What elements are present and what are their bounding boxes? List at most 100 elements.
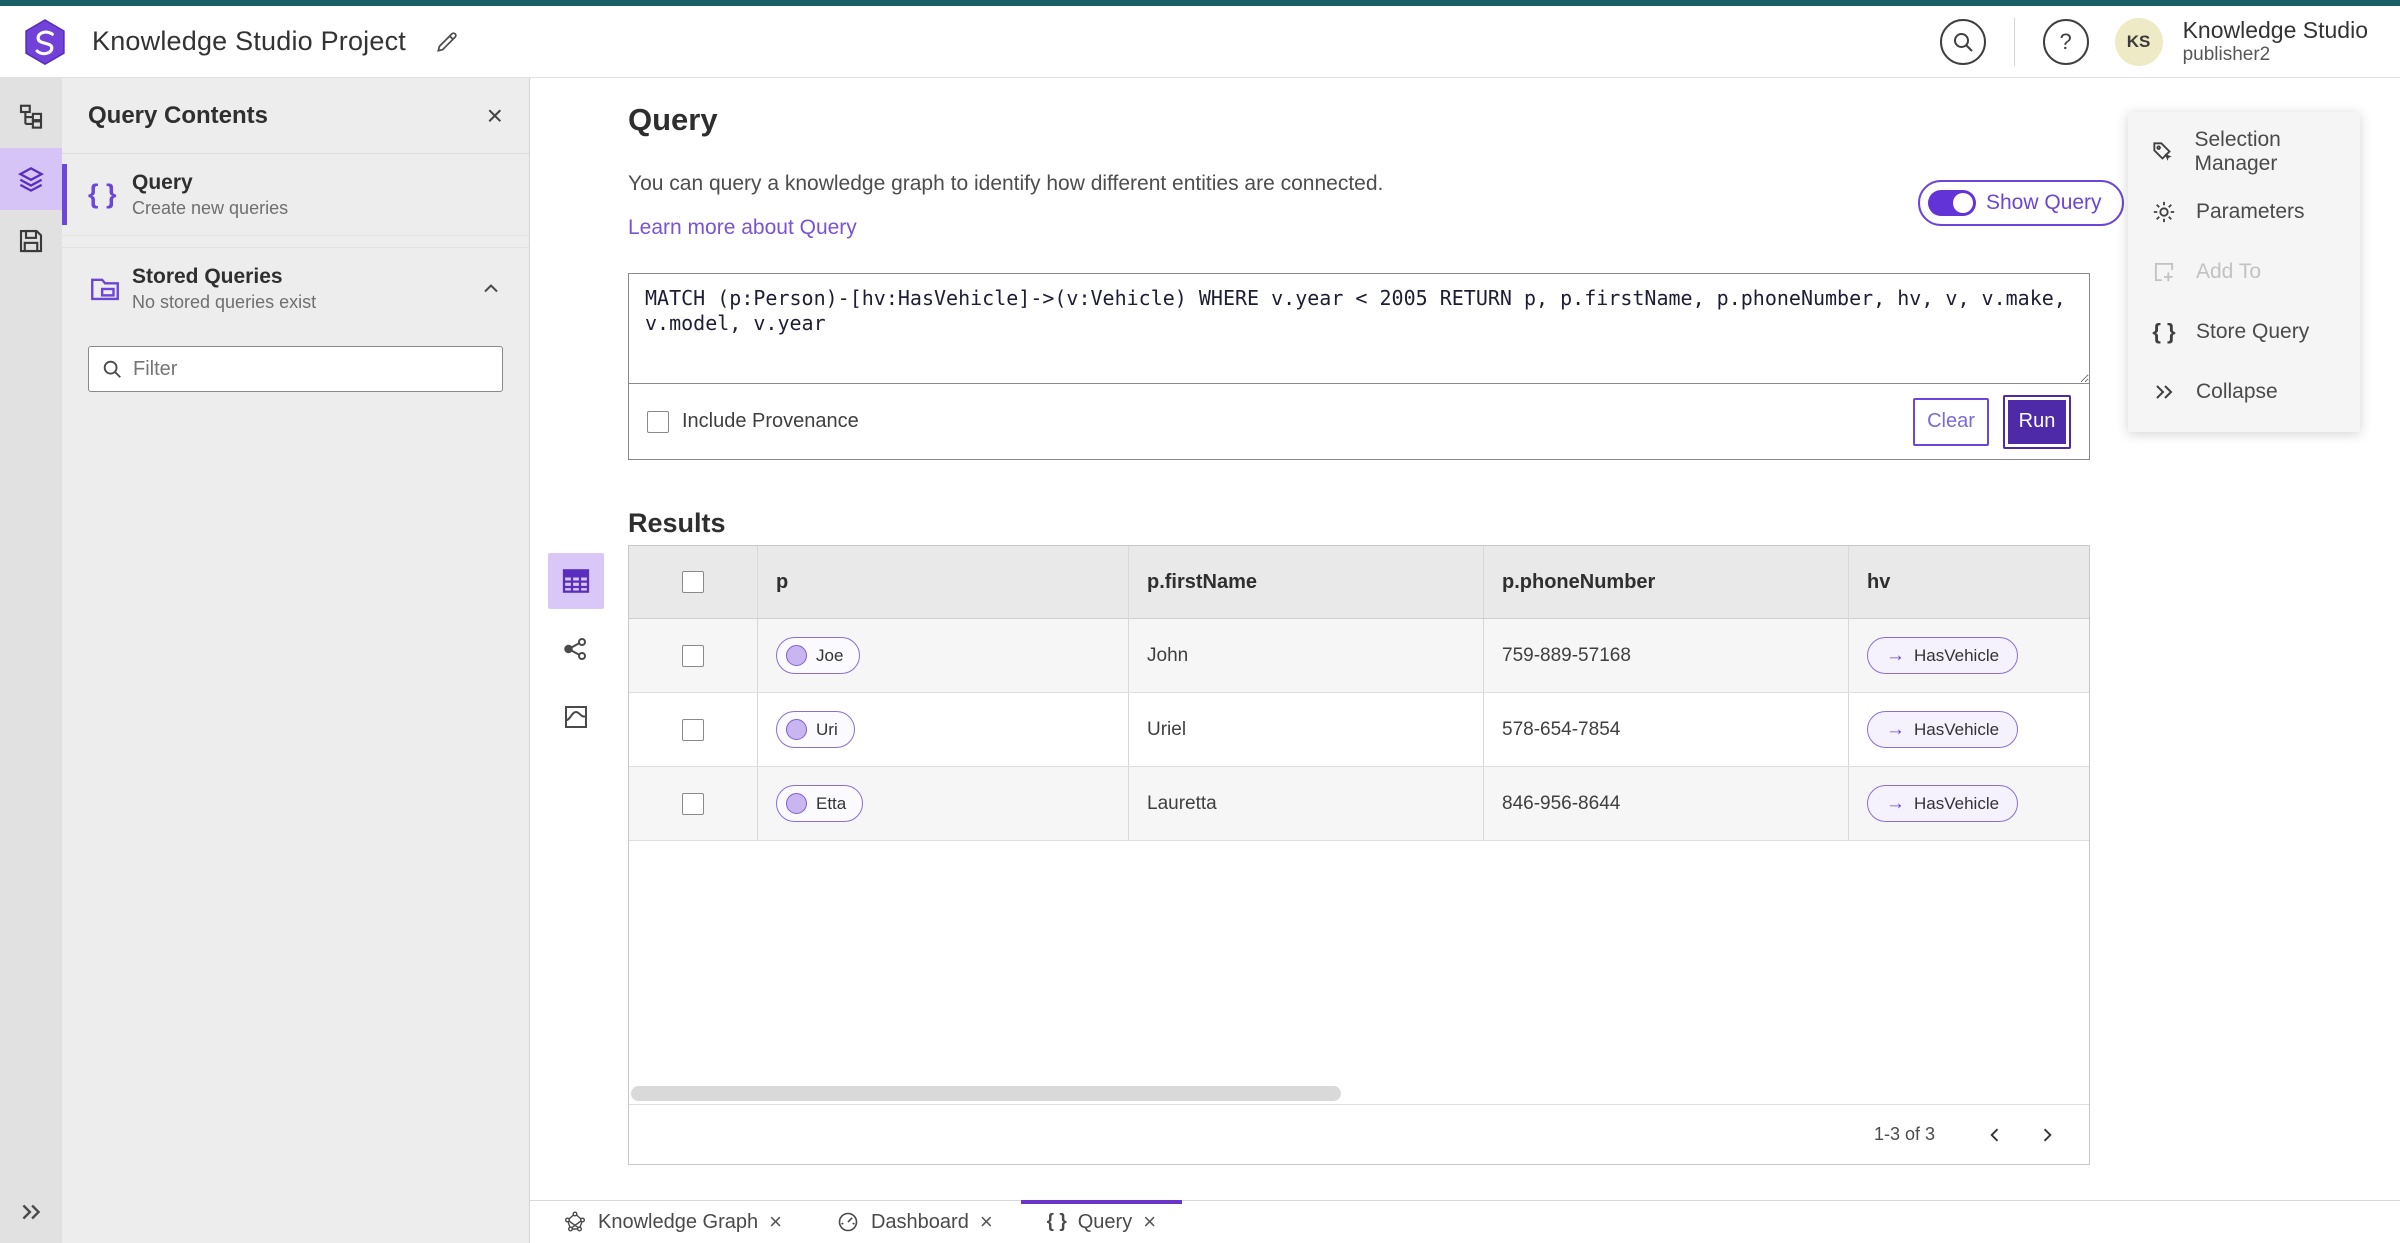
- node-badge[interactable]: Uri: [776, 711, 855, 748]
- chevron-left-icon[interactable]: [1973, 1113, 2017, 1157]
- horizontal-scrollbar[interactable]: [631, 1086, 1341, 1101]
- left-rail: [0, 78, 62, 1243]
- header-divider: [2013, 17, 2015, 66]
- avatar[interactable]: KS: [2114, 17, 2163, 66]
- panel-item-stored-queries[interactable]: Stored Queries No stored queries exist: [62, 248, 529, 330]
- edit-project-title-icon[interactable]: [434, 29, 460, 55]
- column-header-firstname: p.firstName: [1129, 546, 1484, 618]
- show-query-toggle[interactable]: Show Query: [1918, 180, 2124, 226]
- stored-item-subtitle: No stored queries exist: [132, 292, 317, 312]
- help-icon[interactable]: ?: [2042, 18, 2089, 65]
- close-icon[interactable]: ×: [980, 1211, 993, 1233]
- braces-icon: { }: [1046, 1211, 1067, 1232]
- node-label: Uri: [816, 719, 838, 739]
- node-badge[interactable]: Etta: [776, 785, 864, 822]
- panel-title: Query Contents: [88, 101, 269, 129]
- collapse-icon: [2150, 380, 2178, 404]
- select-all-checkbox[interactable]: [682, 571, 704, 593]
- chevron-right-icon[interactable]: [2025, 1113, 2069, 1157]
- close-icon[interactable]: ×: [487, 101, 503, 130]
- node-badge[interactable]: Joe: [776, 637, 861, 674]
- learn-more-link[interactable]: Learn more about Query: [628, 216, 857, 240]
- tab-label: Dashboard: [870, 1210, 969, 1233]
- dashboard-icon: [836, 1210, 860, 1234]
- menu-item-selection-manager[interactable]: Selection Manager: [2128, 122, 2360, 182]
- filter-box: [88, 346, 503, 392]
- node-cell: Etta: [758, 767, 1129, 840]
- expand-panel-icon[interactable]: [0, 1199, 62, 1225]
- add-to-icon: [2150, 259, 2178, 285]
- menu-item-label: Selection Manager: [2194, 128, 2281, 175]
- table-pagination: 1-3 of 3: [629, 1104, 2089, 1164]
- graph-view-icon[interactable]: [548, 621, 604, 677]
- query-editor-box: MATCH (p:Person)-[hv:HasVehicle]->(v:Veh…: [628, 273, 2090, 460]
- tab-query[interactable]: { } Query ×: [1020, 1200, 1183, 1243]
- project-title: Knowledge Studio Project: [92, 26, 406, 56]
- firstname-cell: John: [1129, 619, 1484, 692]
- side-menu: Selection Manager Parameters Add To { } …: [2128, 112, 2360, 432]
- map-view-icon[interactable]: [548, 689, 604, 745]
- menu-item-add-to: Add To: [2128, 242, 2360, 302]
- table-header-row: p p.firstName p.phoneNumber hv: [629, 546, 2089, 619]
- panel-item-title: Query: [132, 170, 193, 194]
- panel-header: Query Contents ×: [62, 78, 529, 154]
- filter-input[interactable]: [133, 357, 490, 381]
- main-content: Query You can query a knowledge graph to…: [530, 78, 2400, 1243]
- edge-badge[interactable]: → HasVehicle: [1867, 785, 2019, 822]
- node-cell: Uri: [758, 693, 1129, 766]
- close-icon[interactable]: ×: [769, 1211, 782, 1233]
- menu-item-label: Store Query: [2196, 320, 2310, 343]
- node-dot-icon: [786, 793, 807, 814]
- run-button[interactable]: Run: [2003, 394, 2071, 449]
- menu-item-parameters[interactable]: Parameters: [2128, 182, 2360, 242]
- row-checkbox-cell: [629, 767, 758, 840]
- panel-item-subtitle: Create new queries: [132, 197, 289, 218]
- row-checkbox-cell: [629, 619, 758, 692]
- search-icon[interactable]: [1939, 18, 1986, 65]
- toggle-knob: [1953, 193, 1973, 213]
- edge-label: HasVehicle: [1914, 719, 2000, 739]
- row-checkbox[interactable]: [682, 644, 704, 667]
- avatar-initials: KS: [2126, 31, 2151, 51]
- edge-badge[interactable]: → HasVehicle: [1867, 637, 2019, 674]
- save-icon[interactable]: [0, 210, 62, 272]
- menu-item-collapse[interactable]: Collapse: [2128, 362, 2360, 422]
- table-row: Etta Lauretta 846-956-8644 → HasVehicle: [629, 767, 2089, 841]
- braces-icon: { }: [88, 179, 117, 209]
- edge-label: HasVehicle: [1914, 645, 2000, 665]
- header-checkbox-cell: [629, 546, 758, 618]
- column-header-p: p: [758, 546, 1129, 618]
- user-role: publisher2: [2182, 43, 2271, 65]
- filter-search-icon: [101, 358, 123, 380]
- query-textarea[interactable]: MATCH (p:Person)-[hv:HasVehicle]->(v:Veh…: [629, 274, 2089, 384]
- tab-dashboard[interactable]: Dashboard ×: [818, 1201, 1011, 1243]
- results-view-toolbar: [548, 553, 604, 745]
- firstname-cell: Uriel: [1129, 693, 1484, 766]
- chevron-up-icon[interactable]: [479, 277, 503, 301]
- row-checkbox[interactable]: [682, 792, 704, 815]
- clear-button[interactable]: Clear: [1913, 397, 1989, 446]
- phonenumber-cell: 578-654-7854: [1484, 693, 1849, 766]
- node-dot-icon: [786, 645, 807, 666]
- table-row: Uri Uriel 578-654-7854 → HasVehicle: [629, 693, 2089, 767]
- panel-item-query[interactable]: { } Query Create new queries: [62, 154, 529, 236]
- page-title: Query: [628, 102, 718, 137]
- hierarchy-icon[interactable]: [0, 86, 62, 148]
- menu-item-store-query[interactable]: { } Store Query: [2128, 302, 2360, 362]
- close-icon[interactable]: ×: [1143, 1211, 1156, 1233]
- layers-icon[interactable]: [0, 148, 62, 210]
- edge-badge[interactable]: → HasVehicle: [1867, 711, 2019, 748]
- table-view-icon[interactable]: [548, 553, 604, 609]
- arrow-right-icon: →: [1886, 718, 1905, 740]
- braces-icon: { }: [2152, 319, 2176, 344]
- panel-section-gap: [62, 236, 529, 248]
- row-checkbox[interactable]: [682, 718, 704, 741]
- tab-label: Query: [1077, 1210, 1133, 1233]
- tab-knowledge-graph[interactable]: Knowledge Graph ×: [545, 1201, 800, 1243]
- panel-item-text: Query Create new queries: [132, 171, 503, 219]
- include-provenance-checkbox[interactable]: [647, 410, 669, 433]
- help-glyph: ?: [2059, 28, 2072, 54]
- user-name: Knowledge Studio: [2182, 17, 2368, 44]
- node-label: Etta: [816, 793, 847, 813]
- page-description: You can query a knowledge graph to ident…: [628, 172, 1384, 195]
